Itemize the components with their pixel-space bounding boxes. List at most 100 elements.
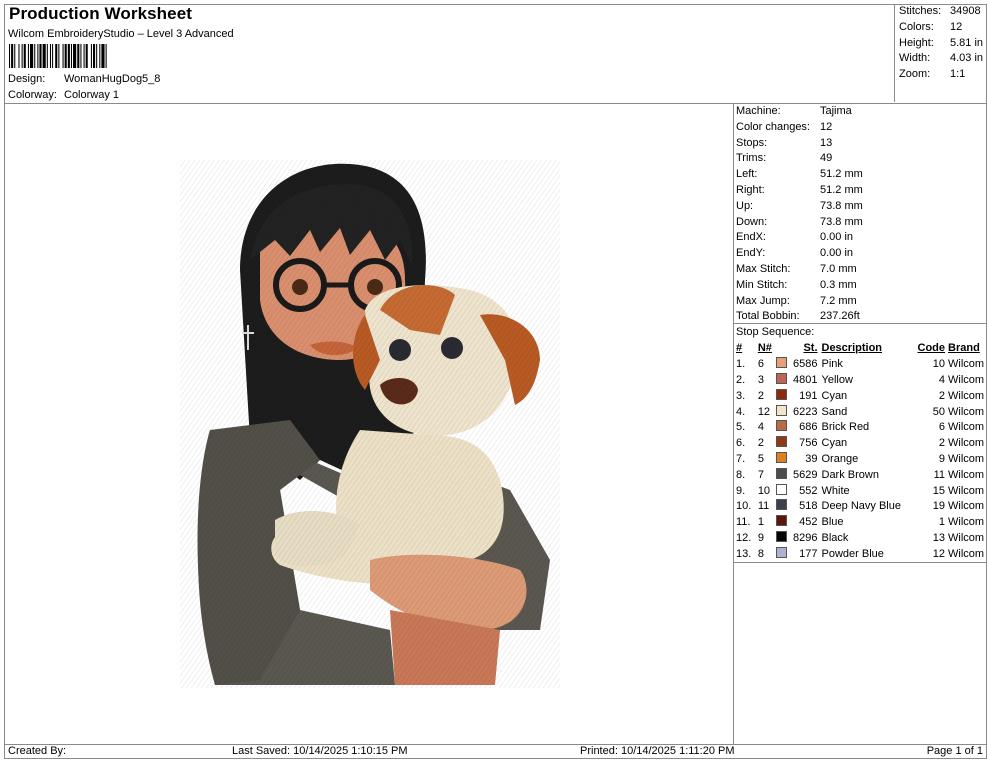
table-row: 10. 11 518 Deep Navy Blue 19 Wilcom [734,499,986,515]
stitch-count: 191 [799,389,818,402]
thread-brand: Wilcom [948,516,985,529]
barcode-bar [34,44,36,68]
table-row: 9. 10 552 White 15 Wilcom [734,483,986,499]
thread-color-swatch [775,436,787,448]
color-swatch [775,515,790,531]
row-number: 2. [736,373,746,386]
barcode-bar [9,44,11,68]
thread-color-swatch [775,404,787,416]
info-row: Max Stitch: 7.0 mm [736,262,863,278]
row-number: 9. [736,484,746,497]
created-by: Created By: [8,745,67,757]
color-code: 10 [932,358,946,371]
barcode [9,44,107,68]
needle-number: 5 [757,452,764,465]
needle-number: 7 [757,468,764,481]
info-value: 0.00 in [820,231,854,244]
col-header-stitches: St. [803,342,818,355]
info-value: 7.2 mm [820,294,857,307]
table-row: 8. 7 5629 Dark Brown 11 Wilcom [734,467,986,483]
table-row: 1. 6 6586 Pink 10 Wilcom [734,357,986,373]
printed-date: Printed: 10/14/2025 1:11:20 PM [580,745,735,757]
thread-brand: Wilcom [948,437,985,450]
color-description: Brick Red [821,421,870,434]
barcode-bar [85,44,88,68]
design-row: Design: WomanHugDog5_8 [8,73,160,85]
color-description: Yellow [821,373,853,386]
barcode-bar [70,44,72,68]
thread-brand: Wilcom [948,452,985,465]
row-number: 13. [736,547,752,560]
stat-height: Height: 5.81 in [899,36,984,49]
design-label: Design: [8,73,46,85]
color-code: 11 [933,468,946,481]
info-row: Min Stitch: 0.3 mm [736,278,863,294]
row-number: 10. [736,500,752,513]
needle-number: 10 [757,484,771,497]
barcode-bar [80,44,82,68]
barcode-bar [27,44,29,68]
color-swatch [775,530,790,547]
thread-color-swatch [775,546,787,558]
needle-number: 1 [757,516,764,529]
thread-brand: Wilcom [948,468,985,481]
info-value: Tajima [820,105,852,117]
stop-sequence-divider [733,323,987,324]
stop-sequence-title: Stop Sequence: [736,326,815,338]
color-code: 9 [938,452,946,465]
needle-number: 3 [757,373,764,386]
table-row: 4. 12 6223 Sand 50 Wilcom [734,404,986,420]
stat-zoom: Zoom: 1:1 [899,68,966,81]
info-label: Min Stitch: [736,278,788,291]
color-code: 15 [932,484,946,497]
info-label: Stops: [736,136,768,149]
barcode-bar [67,44,70,68]
color-code: 50 [932,405,946,418]
info-label: Left: [736,168,758,181]
page-number: Page 1 of 1 [926,745,983,757]
color-swatch [775,388,790,404]
info-row: EndY: 0.00 in [736,246,863,262]
color-swatch [775,483,790,499]
color-code: 4 [938,373,946,386]
colorway-row: Colorway: Colorway 1 [8,89,119,101]
info-row: Machine: Tajima [736,104,863,120]
color-description: Orange [821,452,859,465]
stitch-count: 6223 [793,405,818,418]
info-value: 12 [820,120,833,133]
col-header-brand: Brand [948,342,980,355]
info-label: EndX: [736,231,766,244]
color-description: Pink [821,358,843,371]
color-swatch [775,357,790,373]
barcode-bar [73,44,77,68]
stitch-count: 686 [799,421,818,434]
info-label: Trims: [736,152,767,165]
needle-number: 2 [757,437,764,450]
stop-sequence-table: # N# St. Description Code Brand 1. 6 6586 P… [734,341,986,562]
thread-color-swatch [775,515,787,527]
color-swatch [775,451,790,468]
table-row: 12. 9 8296 Black 13 Wilcom [734,530,986,547]
row-number: 12. [736,531,752,544]
thread-brand: Wilcom [948,373,985,386]
col-header-num: # [736,342,743,355]
table-row: 3. 2 191 Cyan 2 Wilcom [734,388,986,404]
thread-brand: Wilcom [948,421,985,434]
color-code: 1 [938,516,946,529]
barcode-bar [23,44,26,68]
info-value: 73.8 mm [820,215,863,228]
col-header-description: Description [821,342,883,355]
needle-number: 4 [757,421,764,434]
color-swatch [775,404,790,420]
color-swatch [775,372,790,389]
info-label: Max Jump: [736,294,790,307]
stitch-count: 4801 [793,373,818,386]
stat-colors: Colors: 12 [899,20,963,33]
barcode-bar [90,44,92,68]
barcode-bar [39,44,42,68]
color-description: Black [821,531,849,544]
row-number: 7. [736,452,746,465]
color-code: 13 [932,531,946,544]
thread-brand: Wilcom [948,531,985,544]
stitch-count: 8296 [793,531,818,544]
